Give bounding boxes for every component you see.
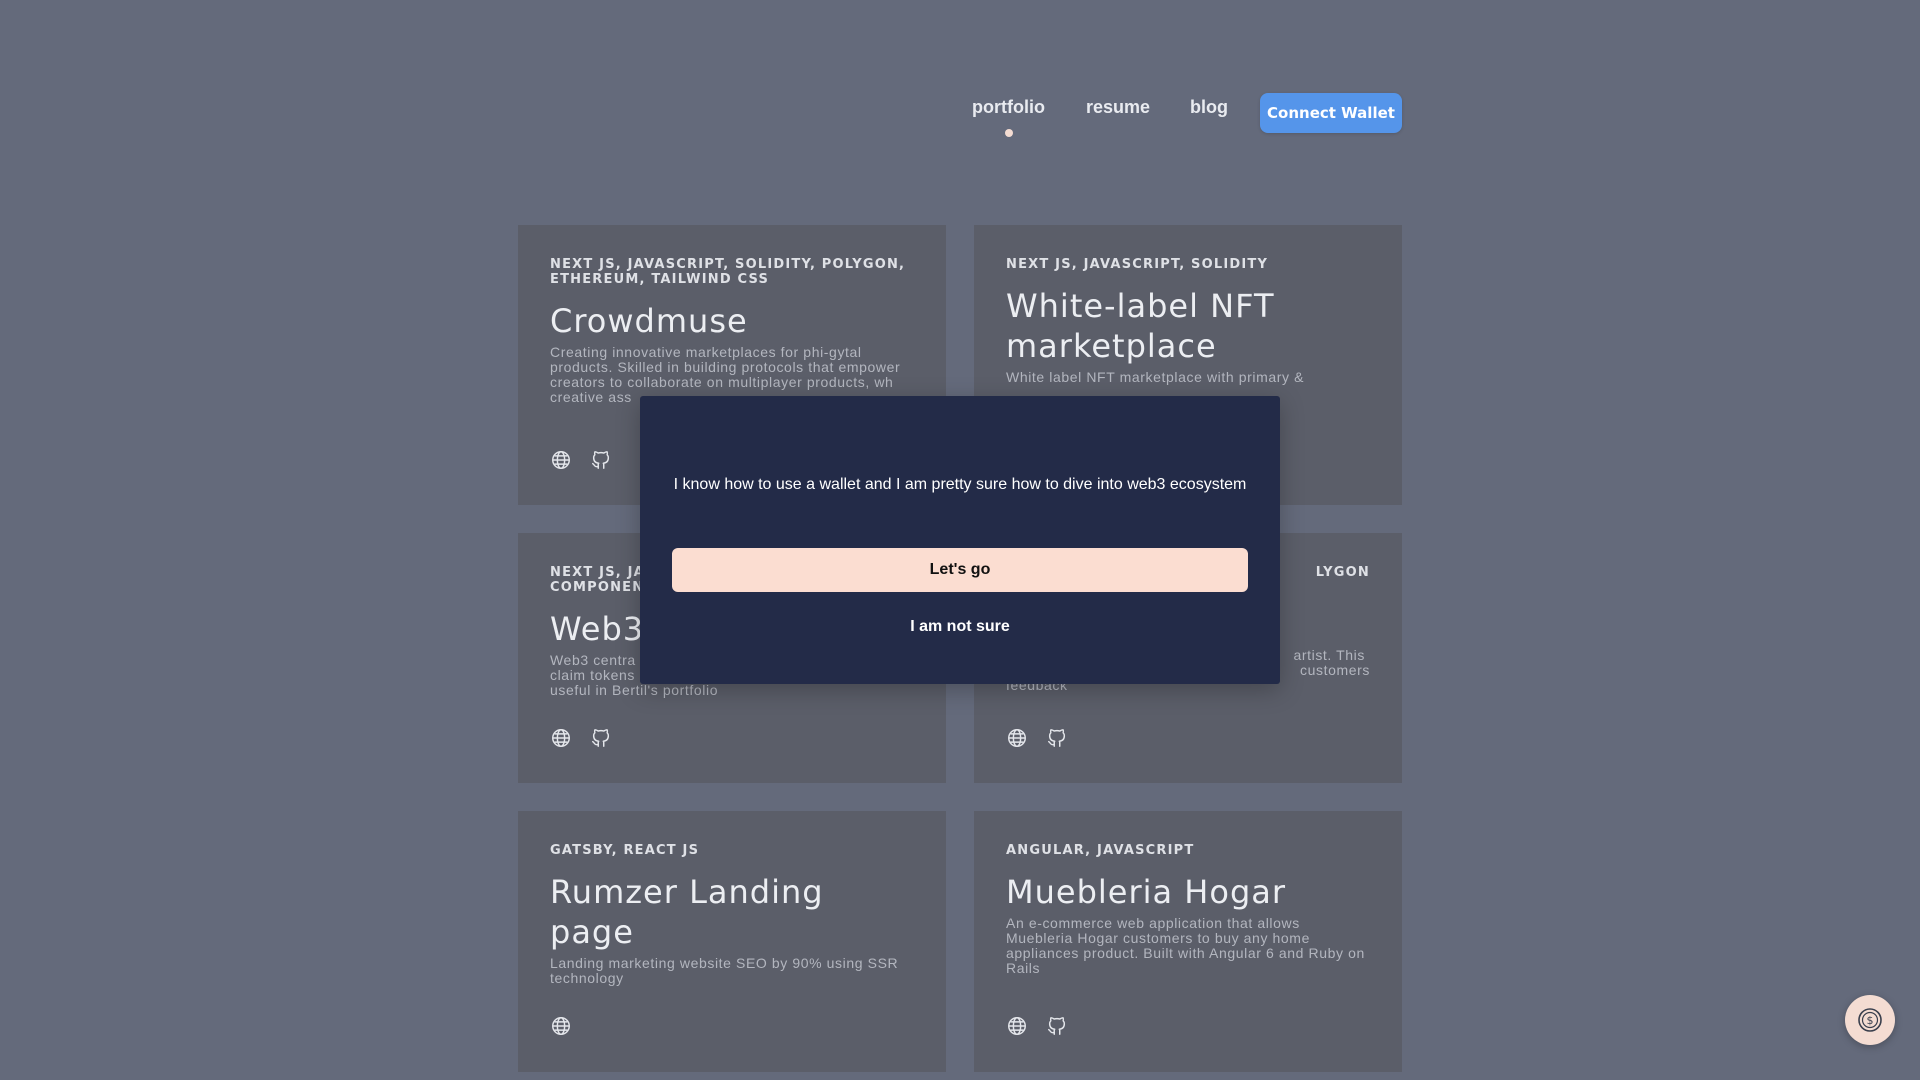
nav-link-blog[interactable]: blog (1190, 97, 1228, 118)
top-navigation: portfolio resume blog Connect Wallet (0, 92, 1920, 142)
project-card-muebleria-hogar: ANGULAR, JAVASCRIPT Muebleria Hogar An e… (974, 811, 1402, 1072)
github-icon[interactable] (1046, 1015, 1068, 1037)
globe-icon[interactable] (550, 727, 572, 749)
project-links (1006, 727, 1068, 749)
project-tags: NEXT JS, JAVASCRIPT, SOLIDITY (1006, 257, 1269, 272)
project-links (550, 449, 612, 471)
nav-link-portfolio[interactable]: portfolio (972, 97, 1045, 118)
project-description: An e-commerce web application that allow… (1006, 915, 1365, 976)
wallet-onboarding-modal: I know how to use a wallet and I am pret… (640, 396, 1280, 684)
svg-text:$: $ (1867, 1014, 1874, 1027)
project-description: White label NFT marketplace with primary… (1006, 369, 1305, 385)
connect-wallet-button[interactable]: Connect Wallet (1260, 93, 1402, 133)
globe-icon[interactable] (1006, 1015, 1028, 1037)
project-description-line3: useful in Bertil's portfolio (550, 682, 719, 698)
lets-go-button[interactable]: Let's go (672, 548, 1248, 592)
portfolio-page: portfolio resume blog Connect Wallet NEX… (0, 0, 1920, 1080)
globe-icon[interactable] (1006, 727, 1028, 749)
project-description-tail: creative ass (550, 389, 632, 405)
project-links (550, 727, 612, 749)
nav-link-resume[interactable]: resume (1086, 97, 1150, 118)
github-icon[interactable] (1046, 727, 1068, 749)
project-description-line1: Web3 centra (550, 652, 636, 668)
project-description-text: Creating innovative marketplaces for phi… (550, 344, 901, 390)
project-title: Crowdmuse (550, 302, 748, 340)
project-tags: NEXT JS, JAVASCRIPT, SOLIDITY, POLYGON, … (550, 257, 906, 287)
dollar-coin-icon: $ (1858, 1008, 1882, 1032)
project-description: Landing marketing website SEO by 90% usi… (550, 955, 899, 986)
project-title: White-label NFT marketplace (1006, 287, 1275, 365)
project-links (550, 1015, 572, 1037)
project-tags-line2: COMPONENT (550, 580, 655, 595)
globe-icon[interactable] (550, 449, 572, 471)
project-links (1006, 1015, 1068, 1037)
github-icon[interactable] (590, 449, 612, 471)
project-tags: GATSBY, REACT JS (550, 843, 700, 858)
active-nav-indicator (1005, 129, 1013, 137)
github-icon[interactable] (590, 727, 612, 749)
project-title: Muebleria Hogar (1006, 873, 1287, 911)
modal-message: I know how to use a wallet and I am pret… (673, 476, 1247, 493)
floating-wallet-button[interactable]: $ (1845, 995, 1895, 1045)
project-card-rumzer: GATSBY, REACT JS Rumzer Landing page Lan… (518, 811, 946, 1072)
project-tags: ANGULAR, JAVASCRIPT (1006, 843, 1195, 858)
globe-icon[interactable] (550, 1015, 572, 1037)
project-title: Rumzer Landing page (550, 873, 824, 951)
not-sure-button[interactable]: I am not sure (640, 618, 1280, 636)
